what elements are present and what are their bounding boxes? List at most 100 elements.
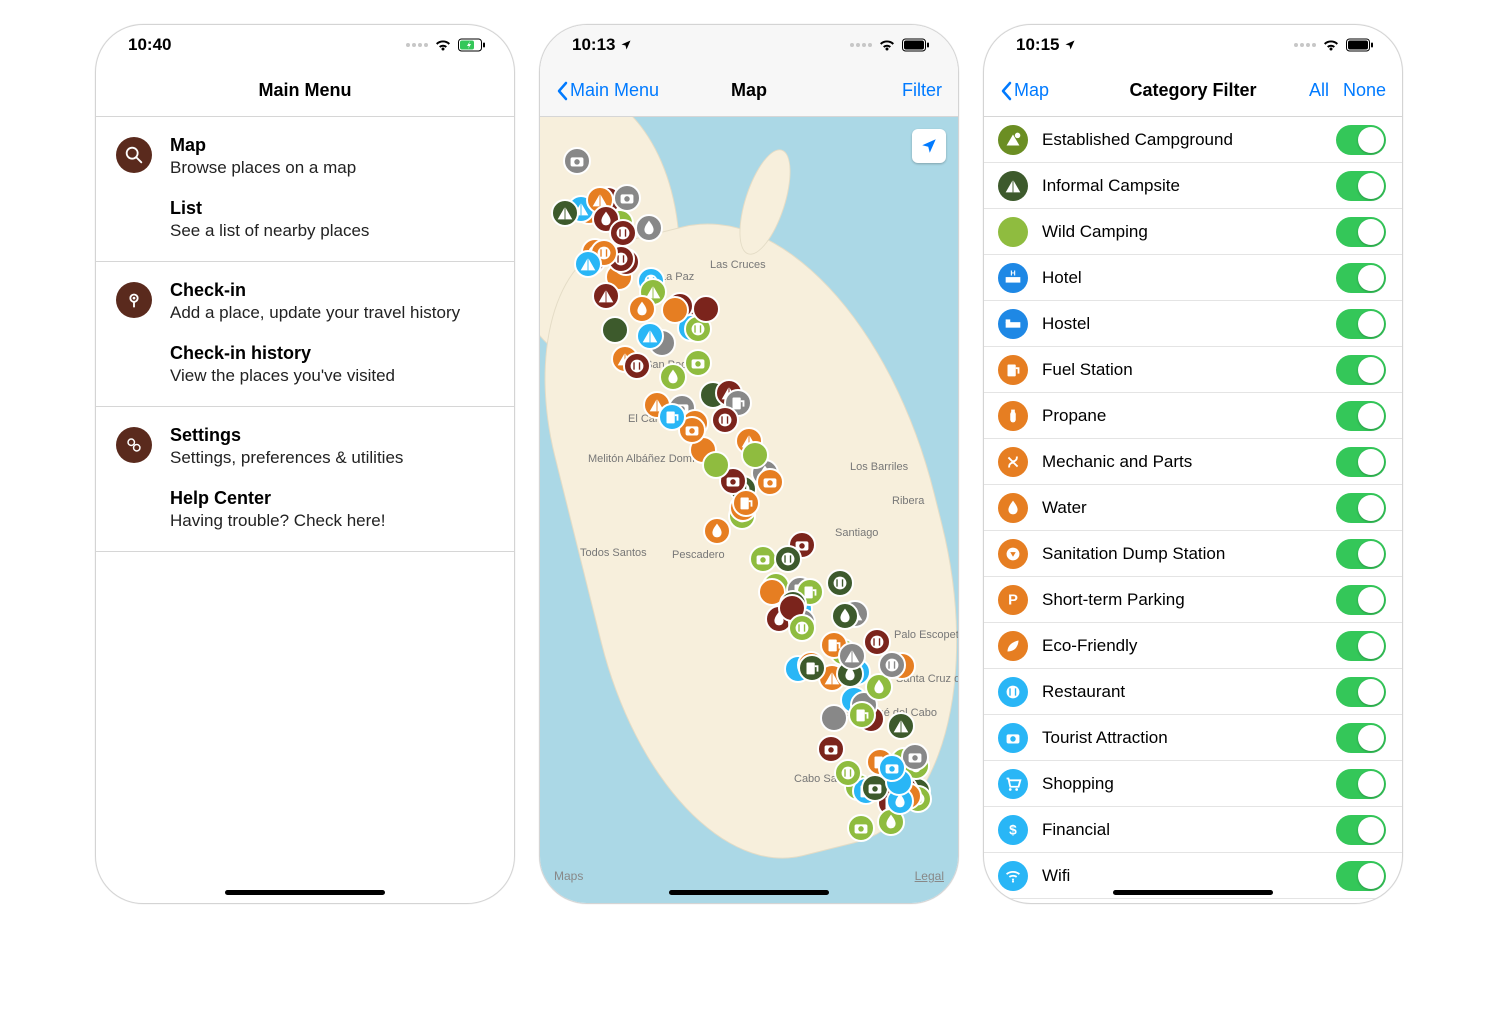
category-toggle[interactable] — [1336, 815, 1386, 845]
home-indicator[interactable] — [225, 890, 385, 895]
category-toggle[interactable] — [1336, 125, 1386, 155]
category-label: Shopping — [1042, 774, 1322, 794]
category-toggle[interactable] — [1336, 861, 1386, 891]
home-indicator[interactable] — [669, 890, 829, 895]
category-toggle[interactable] — [1336, 309, 1386, 339]
all-button[interactable]: All — [1309, 80, 1329, 101]
map-pin[interactable] — [798, 654, 826, 682]
map-pin[interactable] — [878, 651, 906, 679]
filter-row[interactable]: Fuel Station — [984, 347, 1402, 393]
filter-row[interactable]: Informal Campsite — [984, 163, 1402, 209]
filter-row[interactable]: HHotel — [984, 255, 1402, 301]
category-toggle[interactable] — [1336, 447, 1386, 477]
map-pin[interactable] — [848, 701, 876, 729]
locate-button[interactable] — [912, 129, 946, 163]
map-pin[interactable] — [756, 468, 784, 496]
category-toggle[interactable] — [1336, 677, 1386, 707]
map-pin[interactable] — [658, 403, 686, 431]
menu-item[interactable]: MapBrowse places on a map — [116, 135, 494, 178]
menu-group: SettingsSettings, preferences & utilitie… — [96, 407, 514, 552]
category-toggle[interactable] — [1336, 769, 1386, 799]
home-indicator[interactable] — [1113, 890, 1273, 895]
filter-list[interactable]: Established CampgroundInformal Campsite W… — [984, 117, 1402, 903]
filter-row[interactable]: Restaurant — [984, 669, 1402, 715]
filter-row[interactable]: PShort-term Parking — [984, 577, 1402, 623]
filter-row[interactable]: Water — [984, 485, 1402, 531]
map-pin[interactable] — [592, 282, 620, 310]
filter-row[interactable]: Mechanic and Parts — [984, 439, 1402, 485]
category-toggle[interactable] — [1336, 217, 1386, 247]
map-viewport[interactable]: Maps Legal La PazLas CrucesSan PedroEl C… — [540, 117, 958, 903]
map-pin[interactable] — [661, 296, 689, 324]
map-pin[interactable] — [774, 545, 802, 573]
map-pin[interactable] — [636, 322, 664, 350]
map-pin[interactable] — [711, 406, 739, 434]
filter-row[interactable]: Shopping — [984, 761, 1402, 807]
map-pin[interactable] — [847, 814, 875, 842]
map-pin[interactable] — [628, 295, 656, 323]
menu-item[interactable]: Help CenterHaving trouble? Check here! — [116, 488, 494, 531]
location-services-icon — [620, 39, 632, 51]
category-toggle[interactable] — [1336, 493, 1386, 523]
category-toggle[interactable] — [1336, 723, 1386, 753]
category-toggle[interactable] — [1336, 263, 1386, 293]
category-toggle[interactable] — [1336, 355, 1386, 385]
nav-bar: Map Category Filter All None — [984, 65, 1402, 117]
map-pin[interactable] — [834, 759, 862, 787]
filter-row[interactable]: Hostel — [984, 301, 1402, 347]
filter-row[interactable]: Tourist Attraction — [984, 715, 1402, 761]
menu-item[interactable]: ListSee a list of nearby places — [116, 198, 494, 241]
map-pin[interactable] — [741, 441, 769, 469]
map-pin[interactable] — [692, 295, 720, 323]
category-toggle[interactable] — [1336, 171, 1386, 201]
none-button[interactable]: None — [1343, 80, 1386, 101]
map-pin[interactable] — [703, 517, 731, 545]
menu-item[interactable]: Check-inAdd a place, update your travel … — [116, 280, 494, 323]
map-pin[interactable] — [623, 352, 651, 380]
map-pin[interactable] — [702, 451, 730, 479]
back-button[interactable]: Map — [1000, 80, 1049, 101]
map-pin[interactable] — [574, 250, 602, 278]
map-pin[interactable] — [601, 316, 629, 344]
map-place-label: Los Barriles — [850, 461, 908, 473]
category-label: Wifi — [1042, 866, 1322, 886]
filter-row[interactable]: Established Campground — [984, 117, 1402, 163]
menu-item-subtitle: Browse places on a map — [170, 158, 356, 178]
map-pin[interactable] — [788, 614, 816, 642]
back-button[interactable]: Main Menu — [556, 80, 659, 101]
map-pin[interactable] — [551, 199, 579, 227]
map-pin[interactable] — [659, 363, 687, 391]
map-place-label: Palo Escopeta — [894, 629, 958, 641]
map-pin[interactable] — [820, 704, 848, 732]
map-pin[interactable] — [838, 642, 866, 670]
menu-item[interactable]: Check-in historyView the places you've v… — [116, 343, 494, 386]
map-pin[interactable] — [613, 184, 641, 212]
filter-row[interactable]: Propane — [984, 393, 1402, 439]
filter-row[interactable]: Eco-Friendly — [984, 623, 1402, 669]
map-pin[interactable] — [817, 735, 845, 763]
map-pin[interactable] — [609, 219, 637, 247]
category-toggle[interactable] — [1336, 539, 1386, 569]
map-legal-link[interactable]: Legal — [915, 869, 944, 883]
map-pin[interactable] — [826, 569, 854, 597]
filter-row[interactable]: Medical — [984, 899, 1402, 903]
map-pin[interactable] — [887, 712, 915, 740]
map-pin[interactable] — [749, 545, 777, 573]
category-icon: H — [998, 263, 1028, 293]
filter-row[interactable]: Wild Camping — [984, 209, 1402, 255]
map-pin[interactable] — [831, 602, 859, 630]
map-pin[interactable] — [684, 349, 712, 377]
category-label: Wild Camping — [1042, 222, 1322, 242]
category-toggle[interactable] — [1336, 401, 1386, 431]
menu-item[interactable]: SettingsSettings, preferences & utilitie… — [116, 425, 494, 468]
filter-row[interactable]: $Financial — [984, 807, 1402, 853]
filter-button[interactable]: Filter — [902, 80, 942, 101]
category-toggle[interactable] — [1336, 631, 1386, 661]
map-pin[interactable] — [563, 147, 591, 175]
filter-row[interactable]: Sanitation Dump Station — [984, 531, 1402, 577]
signal-icon — [850, 43, 872, 47]
category-toggle[interactable] — [1336, 585, 1386, 615]
map-pin[interactable] — [635, 214, 663, 242]
map-pin[interactable] — [878, 754, 906, 782]
map-pin[interactable] — [732, 489, 760, 517]
